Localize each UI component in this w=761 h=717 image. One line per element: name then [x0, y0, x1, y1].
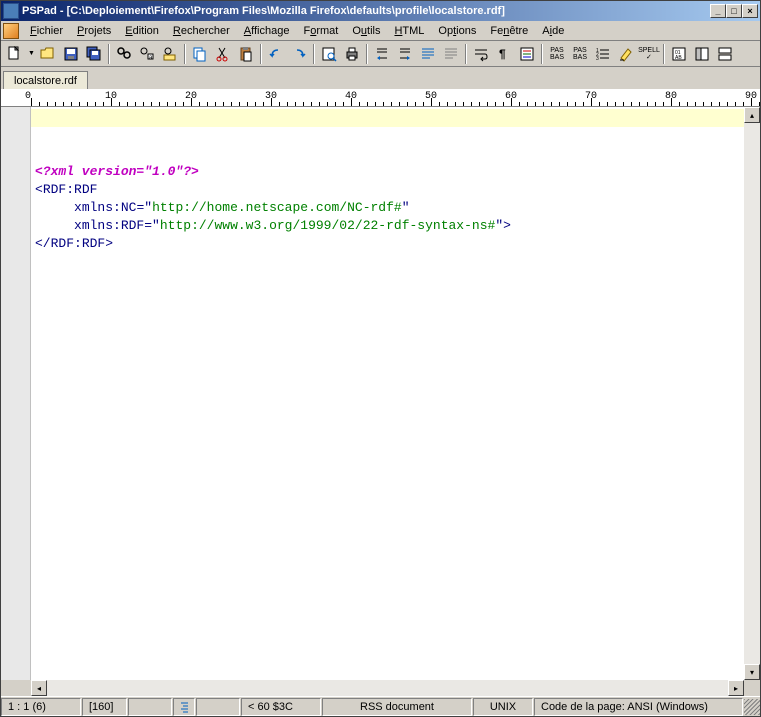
toolbar: ▼ a ¶ PASBAS PASBAS 123 SPELL✓ 01AB — [1, 41, 760, 67]
status-position: 1 : 1 (6) — [1, 698, 81, 716]
spellcheck-button[interactable]: SPELL✓ — [638, 43, 660, 65]
scroll-corner — [744, 680, 760, 696]
vertical-scrollbar[interactable]: ▴ ▾ — [744, 107, 760, 680]
status-blank1 — [128, 698, 172, 716]
tab-bar: localstore.rdf — [1, 67, 760, 89]
close-button[interactable]: × — [742, 4, 758, 18]
menu-affichage[interactable]: Affichage — [237, 23, 297, 39]
syntax-button[interactable] — [516, 43, 538, 65]
line-numbers-button[interactable]: 123 — [592, 43, 614, 65]
scroll-track[interactable] — [744, 123, 760, 664]
toggle-panel-button[interactable] — [691, 43, 713, 65]
show-special-button[interactable]: ¶ — [493, 43, 515, 65]
editor-area: <?xml version="1.0"?> <RDF:RDF xmlns:NC=… — [1, 107, 760, 680]
indent-left-button[interactable] — [371, 43, 393, 65]
document-icon — [3, 23, 19, 39]
svg-text:¶: ¶ — [499, 47, 506, 61]
status-eol: UNIX — [473, 698, 533, 716]
macro-play-button[interactable]: PASBAS — [569, 43, 591, 65]
toolbar-separator — [313, 44, 315, 64]
file-tab[interactable]: localstore.rdf — [3, 71, 88, 90]
toolbar-separator — [108, 44, 110, 64]
comment-button[interactable] — [417, 43, 439, 65]
resize-grip[interactable] — [744, 699, 760, 715]
highlight-button[interactable] — [615, 43, 637, 65]
current-line-highlight — [31, 109, 744, 127]
statusbar: 1 : 1 (6) [160] < 60 $3C RSS document UN… — [1, 696, 760, 716]
status-char: < 60 $3C — [241, 698, 321, 716]
gutter — [1, 107, 31, 680]
menu-edition[interactable]: Edition — [118, 23, 166, 39]
titlebar: PSPad - [C:\Deploiement\Firefox\Program … — [1, 1, 760, 21]
find-button[interactable] — [113, 43, 135, 65]
redo-button[interactable] — [288, 43, 310, 65]
uncomment-button[interactable] — [440, 43, 462, 65]
menu-rechercher[interactable]: Rechercher — [166, 23, 237, 39]
horizontal-scrollbar[interactable]: ◂ ▸ — [1, 680, 760, 696]
scroll-right-button[interactable]: ▸ — [728, 680, 744, 696]
copy-button[interactable] — [189, 43, 211, 65]
status-align-icon[interactable] — [173, 698, 195, 716]
macro-record-button[interactable]: PASBAS — [546, 43, 568, 65]
scroll-left-button[interactable]: ◂ — [31, 680, 47, 696]
paste-button[interactable] — [235, 43, 257, 65]
menu-projets[interactable]: Projets — [70, 23, 118, 39]
menu-fenetre[interactable]: Fenêtre — [483, 23, 535, 39]
scroll-corner — [1, 680, 31, 696]
print-button[interactable] — [341, 43, 363, 65]
status-blank2 — [196, 698, 240, 716]
maximize-button[interactable]: □ — [726, 4, 742, 18]
toolbar-separator — [184, 44, 186, 64]
status-bracket: [160] — [82, 698, 127, 716]
scroll-track-h[interactable] — [47, 680, 728, 696]
scroll-down-button[interactable]: ▾ — [744, 664, 760, 680]
cut-button[interactable] — [212, 43, 234, 65]
save-all-button[interactable] — [83, 43, 105, 65]
svg-text:AB: AB — [675, 55, 682, 61]
code-editor[interactable]: <?xml version="1.0"?> <RDF:RDF xmlns:NC=… — [31, 107, 744, 680]
open-file-button[interactable] — [37, 43, 59, 65]
minimize-button[interactable]: _ — [710, 4, 726, 18]
find-in-files-button[interactable] — [159, 43, 181, 65]
menu-format[interactable]: Format — [296, 23, 345, 39]
new-file-dropdown[interactable]: ▼ — [26, 43, 36, 65]
new-file-button[interactable] — [3, 43, 25, 65]
window-controls: _ □ × — [710, 4, 758, 18]
menubar: Fichier Projets Edition Rechercher Affic… — [1, 21, 760, 41]
svg-text:3: 3 — [596, 56, 599, 62]
code-content: <?xml version="1.0"?> <RDF:RDF xmlns:NC=… — [35, 163, 740, 253]
toolbar-separator — [260, 44, 262, 64]
status-doctype: RSS document — [322, 698, 472, 716]
menu-aide[interactable]: Aide — [535, 23, 571, 39]
menu-html[interactable]: HTML — [387, 23, 431, 39]
scroll-up-button[interactable]: ▴ — [744, 107, 760, 123]
menu-outils[interactable]: Outils — [345, 23, 387, 39]
split-button[interactable] — [714, 43, 736, 65]
xml-declaration: <?xml version="1.0"?> — [35, 164, 199, 179]
save-button[interactable] — [60, 43, 82, 65]
menu-fichier[interactable]: Fichier — [23, 23, 70, 39]
ruler: 0102030405060708090 — [1, 89, 760, 107]
status-encoding: Code de la page: ANSI (Windows) — [534, 698, 743, 716]
indent-right-button[interactable] — [394, 43, 416, 65]
menu-options[interactable]: Options — [431, 23, 483, 39]
find-replace-button[interactable]: a — [136, 43, 158, 65]
toolbar-separator — [465, 44, 467, 64]
app-icon — [3, 3, 19, 19]
app-window: PSPad - [C:\Deploiement\Firefox\Program … — [0, 0, 761, 717]
toolbar-separator — [663, 44, 665, 64]
undo-button[interactable] — [265, 43, 287, 65]
hex-button[interactable]: 01AB — [668, 43, 690, 65]
tab-label: localstore.rdf — [14, 75, 77, 87]
window-title: PSPad - [C:\Deploiement\Firefox\Program … — [22, 5, 710, 17]
preview-button[interactable] — [318, 43, 340, 65]
wordwrap-button[interactable] — [470, 43, 492, 65]
toolbar-separator — [541, 44, 543, 64]
toolbar-separator — [366, 44, 368, 64]
